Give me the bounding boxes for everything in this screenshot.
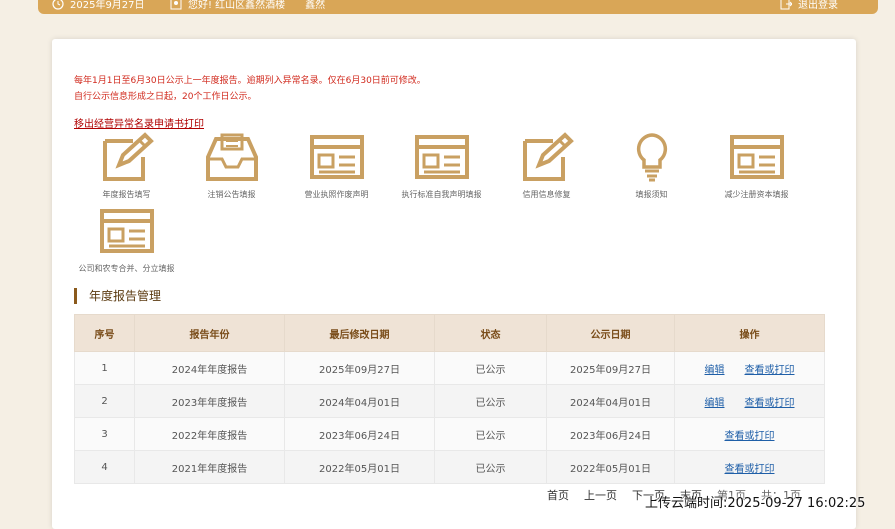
top-bar: 2025年9月27日 您好! 红山区鑫然酒楼 鑫然 退出登录 bbox=[38, 0, 878, 14]
cell-year: 2024年年度报告 bbox=[134, 351, 285, 385]
inbox-icon bbox=[205, 133, 258, 181]
cell-actions: 编辑 查看或打印 bbox=[674, 384, 825, 418]
notice-text: 每年1月1日至6月30日公示上一年度报告。逾期列入异常名录。仅在6月30日前可修… bbox=[74, 73, 426, 105]
view-print-link[interactable]: 查看或打印 bbox=[745, 365, 795, 376]
header-actions: 操作 bbox=[674, 314, 825, 352]
annual-report-table: 序号 报告年份 最后修改日期 状态 公示日期 操作 1 2024年年度报告 20… bbox=[74, 314, 825, 484]
cell-no: 2 bbox=[74, 384, 135, 418]
date-display: 2025年9月27日 bbox=[52, 0, 145, 11]
view-print-link[interactable]: 查看或打印 bbox=[745, 398, 795, 409]
cell-year: 2023年年度报告 bbox=[134, 384, 285, 418]
tile-deregistration-notice[interactable]: 注销公告填报 bbox=[179, 131, 284, 201]
cell-modified: 2022年05月01日 bbox=[284, 450, 435, 484]
cell-status: 已公示 bbox=[434, 450, 547, 484]
logout-icon bbox=[780, 0, 792, 9]
pager-first[interactable]: 首页 bbox=[547, 487, 569, 503]
cell-year: 2021年年度报告 bbox=[134, 450, 285, 484]
tile-label: 公司和农专合并、分立填报 bbox=[78, 264, 175, 273]
cell-status: 已公示 bbox=[434, 417, 547, 451]
cell-status: 已公示 bbox=[434, 351, 547, 385]
table-row: 3 2022年年度报告 2023年06月24日 已公示 2023年06月24日 … bbox=[74, 417, 825, 451]
tile-annual-report[interactable]: 年度报告填写 bbox=[74, 131, 179, 201]
header-status: 状态 bbox=[434, 314, 547, 352]
tile-label: 减少注册资本填报 bbox=[724, 190, 789, 199]
tile-label: 填报须知 bbox=[635, 190, 668, 199]
header-modified: 最后修改日期 bbox=[284, 314, 435, 352]
cell-actions: 查看或打印 bbox=[674, 417, 825, 451]
cell-modified: 2025年09月27日 bbox=[284, 351, 435, 385]
card-icon bbox=[729, 135, 784, 179]
cell-publish: 2025年09月27日 bbox=[546, 351, 675, 385]
logout-button[interactable]: 退出登录 bbox=[780, 0, 838, 11]
edit-icon bbox=[522, 132, 574, 181]
tile-label: 执行标准自我声明填报 bbox=[401, 190, 482, 199]
date-text: 2025年9月27日 bbox=[70, 0, 145, 11]
cell-no: 4 bbox=[74, 450, 135, 484]
cell-publish: 2022年05月01日 bbox=[546, 450, 675, 484]
cell-status: 已公示 bbox=[434, 384, 547, 418]
tile-label: 信用信息修复 bbox=[522, 190, 571, 199]
removal-application-link[interactable]: 移出经营异常名录申请书打印 bbox=[74, 115, 204, 130]
card-icon bbox=[99, 209, 154, 253]
card-icon bbox=[414, 135, 469, 179]
section-title: 年度报告管理 bbox=[74, 288, 161, 304]
greeting-text: 您好! 红山区鑫然酒楼 bbox=[188, 0, 286, 11]
cell-actions: 查看或打印 bbox=[674, 450, 825, 484]
tile-filing-guide[interactable]: 填报须知 bbox=[599, 131, 704, 201]
tile-label: 年度报告填写 bbox=[102, 190, 151, 199]
table-row: 2 2023年年度报告 2024年04月01日 已公示 2024年04月01日 … bbox=[74, 384, 825, 418]
cell-actions: 编辑 查看或打印 bbox=[674, 351, 825, 385]
user-name: 鑫然 bbox=[305, 0, 326, 11]
tile-credit-repair[interactable]: 信用信息修复 bbox=[494, 131, 599, 201]
cell-publish: 2024年04月01日 bbox=[546, 384, 675, 418]
main-card: 每年1月1日至6月30日公示上一年度报告。逾期列入异常名录。仅在6月30日前可修… bbox=[52, 39, 856, 529]
header-publish: 公示日期 bbox=[546, 314, 675, 352]
tile-standard-self-declaration[interactable]: 执行标准自我声明填报 bbox=[389, 131, 494, 201]
notice-line-1: 每年1月1日至6月30日公示上一年度报告。逾期列入异常名录。仅在6月30日前可修… bbox=[74, 76, 426, 86]
edit-link[interactable]: 编辑 bbox=[705, 398, 725, 409]
logout-label: 退出登录 bbox=[798, 0, 838, 11]
view-print-link[interactable]: 查看或打印 bbox=[725, 464, 775, 475]
tile-label: 注销公告填报 bbox=[207, 190, 256, 199]
table-row: 4 2021年年度报告 2022年05月01日 已公示 2022年05月01日 … bbox=[74, 450, 825, 484]
edit-link[interactable]: 编辑 bbox=[705, 365, 725, 376]
cell-no: 1 bbox=[74, 351, 135, 385]
header-no: 序号 bbox=[74, 314, 135, 352]
table-row: 1 2024年年度报告 2025年09月27日 已公示 2025年09月27日 … bbox=[74, 351, 825, 385]
card-icon bbox=[309, 135, 364, 179]
cell-publish: 2023年06月24日 bbox=[546, 417, 675, 451]
notice-line-2: 自行公示信息形成之日起，20个工作日公示。 bbox=[74, 92, 257, 102]
lightbulb-icon bbox=[636, 133, 667, 182]
tile-label: 营业执照作废声明 bbox=[304, 190, 369, 199]
table-header-row: 序号 报告年份 最后修改日期 状态 公示日期 操作 bbox=[74, 314, 825, 352]
cell-modified: 2023年06月24日 bbox=[284, 417, 435, 451]
greeting: 您好! 红山区鑫然酒楼 鑫然 bbox=[170, 0, 325, 11]
cell-modified: 2024年04月01日 bbox=[284, 384, 435, 418]
cell-no: 3 bbox=[74, 417, 135, 451]
tile-license-void-statement[interactable]: 营业执照作废声明 bbox=[284, 131, 389, 201]
tile-capital-reduction[interactable]: 减少注册资本填报 bbox=[704, 131, 809, 201]
pager-prev[interactable]: 上一页 bbox=[584, 487, 617, 503]
header-year: 报告年份 bbox=[134, 314, 285, 352]
upload-timestamp-watermark: 上传云端时间:2025-09-27 16:02:25 bbox=[645, 496, 866, 511]
clock-icon bbox=[52, 0, 64, 10]
view-print-link[interactable]: 查看或打印 bbox=[725, 431, 775, 442]
edit-icon bbox=[102, 132, 154, 181]
user-icon bbox=[170, 0, 182, 9]
cell-year: 2022年年度报告 bbox=[134, 417, 285, 451]
tile-merger-division[interactable]: 公司和农专合并、分立填报 bbox=[74, 205, 179, 275]
